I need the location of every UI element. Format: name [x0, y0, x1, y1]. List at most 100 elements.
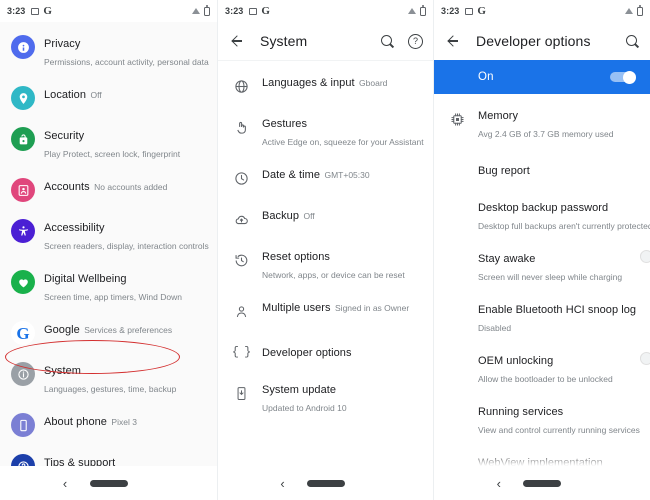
security-lock-icon	[10, 126, 36, 152]
devopt-item-oem-unlocking[interactable]: OEM unlocking Allow the bootloader to be…	[434, 343, 650, 394]
nav-home-pill[interactable]	[523, 479, 561, 487]
clock-icon	[228, 165, 254, 191]
system-item-backup[interactable]: Backup Off	[218, 198, 433, 239]
reset-clock-icon	[228, 247, 254, 273]
devopt-item-bluetooth-hci-snoop-log[interactable]: Enable Bluetooth HCI snoop log Disabled	[434, 292, 650, 343]
settings-item-digital-wellbeing[interactable]: Digital Wellbeing Screen time, app timer…	[0, 261, 217, 312]
back-arrow-icon[interactable]	[444, 33, 460, 49]
privacy-icon	[10, 34, 36, 60]
system-update-icon	[228, 380, 254, 406]
three-panel-screenshot-strip: 3:23 G Privacy Permissions, account acti…	[0, 0, 650, 500]
digital-wellbeing-icon	[10, 269, 36, 295]
nav-bar-panel1: ‹	[0, 466, 217, 500]
item-title: Running services	[478, 406, 564, 418]
item-title: Enable Bluetooth HCI snoop log	[478, 304, 637, 316]
item-subtitle: Off	[303, 211, 315, 221]
master-toggle-switch[interactable]	[610, 71, 636, 84]
nav-back-icon[interactable]: ‹	[63, 476, 67, 491]
item-subtitle: GMT+05:30	[324, 170, 370, 180]
settings-item-accessibility[interactable]: Accessibility Screen readers, display, i…	[0, 210, 217, 261]
screenshot-icon	[31, 7, 40, 15]
settings-item-system[interactable]: System Languages, gestures, time, backup	[0, 353, 217, 404]
devopt-item-running-services[interactable]: Running services View and control curren…	[434, 394, 650, 445]
wifi-icon	[192, 7, 201, 15]
status-bar-panel3: 3:23 G	[434, 0, 650, 22]
system-item-text: Developer options	[262, 342, 423, 361]
system-item-date-time[interactable]: Date & time GMT+05:30	[218, 157, 433, 198]
system-item-developer-options[interactable]: { } Developer options	[218, 331, 433, 372]
nav-home-pill[interactable]	[306, 479, 345, 487]
app-bar-actions	[625, 34, 640, 49]
about-phone-icon	[10, 412, 36, 438]
screenshot-icon	[465, 7, 474, 15]
gestures-icon	[228, 114, 254, 140]
app-bar-system: System ?	[218, 22, 433, 60]
cloud-upload-icon	[228, 206, 254, 232]
system-item-text: Multiple users Signed in as Owner	[262, 297, 423, 316]
panel-system: 3:23 G System ? Languages & input Gboard…	[217, 0, 433, 500]
status-bar-right-icons	[408, 5, 426, 16]
status-bar-panel2: 3:23 G	[218, 0, 433, 22]
search-icon[interactable]	[625, 34, 640, 49]
system-item-text: Gestures Active Edge on, squeeze for you…	[262, 113, 424, 150]
item-subtitle: Screen readers, display, interaction con…	[44, 241, 209, 251]
item-title: Bug report	[478, 165, 530, 177]
item-title: OEM unlocking	[478, 355, 554, 367]
settings-item-tips-support[interactable]: Tips & support Help articles, phone & ch…	[0, 445, 217, 466]
item-title: Desktop backup password	[478, 202, 609, 214]
braces-icon: { }	[231, 345, 252, 359]
no-icon-spacer	[444, 198, 470, 224]
item-subtitle: Play Protect, screen lock, fingerprint	[44, 149, 181, 159]
settings-item-text: Privacy Permissions, account activity, p…	[44, 33, 209, 70]
item-subtitle: Pixel 3	[111, 417, 137, 427]
settings-item-text: System Languages, gestures, time, backup	[44, 360, 207, 397]
back-arrow-icon[interactable]	[228, 33, 244, 49]
switch-knob	[623, 71, 636, 84]
nav-back-icon[interactable]: ‹	[280, 476, 284, 491]
devopt-item-memory[interactable]: Memory Avg 2.4 GB of 3.7 GB memory used	[434, 98, 650, 149]
devopt-item-bug-report[interactable]: Bug report	[434, 149, 650, 190]
devopt-item-desktop-backup-password[interactable]: Desktop backup password Desktop full bac…	[434, 190, 650, 241]
settings-item-privacy[interactable]: Privacy Permissions, account activity, p…	[0, 26, 217, 77]
no-icon-spacer	[444, 351, 470, 377]
item-title: Location	[44, 89, 86, 101]
devopt-item-text: Stay awake Screen will never sleep while…	[478, 248, 632, 285]
settings-item-google[interactable]: G Google Services & preferences	[0, 312, 217, 353]
system-item-languages-input[interactable]: Languages & input Gboard	[218, 65, 433, 106]
settings-item-accounts[interactable]: Accounts No accounts added	[0, 169, 217, 210]
google-g-icon: G	[10, 320, 36, 346]
settings-item-location[interactable]: Location Off	[0, 77, 217, 118]
accessibility-icon	[10, 218, 36, 244]
item-subtitle: Permissions, account activity, personal …	[44, 57, 209, 67]
system-item-reset-options[interactable]: Reset options Network, apps, or device c…	[218, 239, 433, 290]
item-title: WebView implementation	[478, 457, 603, 466]
devopt-item-stay-awake[interactable]: Stay awake Screen will never sleep while…	[434, 241, 650, 292]
devopt-item-text: Running services View and control curren…	[478, 401, 640, 438]
settings-item-text: Accounts No accounts added	[44, 176, 207, 195]
status-bar-left-icons: G	[31, 5, 52, 17]
devopt-item-text: Desktop backup password Desktop full bac…	[478, 197, 650, 234]
system-item-multiple-users[interactable]: Multiple users Signed in as Owner	[218, 290, 433, 331]
nav-home-pill[interactable]	[89, 479, 128, 487]
nav-back-icon[interactable]: ‹	[497, 476, 501, 491]
item-subtitle: Updated to Android 10	[262, 403, 347, 413]
settings-item-text: Google Services & preferences	[44, 319, 207, 338]
system-item-system-update[interactable]: System update Updated to Android 10	[218, 372, 433, 423]
settings-item-about-phone[interactable]: About phone Pixel 3	[0, 404, 217, 445]
banner-label: On	[478, 71, 494, 83]
location-icon	[10, 85, 36, 111]
item-title: Reset options	[262, 251, 330, 263]
tips-support-icon	[10, 453, 36, 466]
devopt-item-webview-implementation[interactable]: WebView implementation Android System We…	[434, 445, 650, 466]
panel-developer-options: 3:23 G Developer options On Memory Avg 2…	[433, 0, 650, 500]
search-icon[interactable]	[380, 34, 395, 49]
status-bar-right-icons	[625, 5, 643, 16]
oem-unlocking-toggle-wrap	[632, 350, 650, 365]
developer-options-master-toggle-banner[interactable]: On	[434, 60, 650, 94]
accounts-icon	[10, 177, 36, 203]
settings-item-security[interactable]: Security Play Protect, screen lock, fing…	[0, 118, 217, 169]
help-icon[interactable]: ?	[408, 33, 423, 49]
google-g-icon: G	[261, 5, 270, 17]
battery-icon	[420, 5, 426, 16]
system-item-gestures[interactable]: Gestures Active Edge on, squeeze for you…	[218, 106, 433, 157]
